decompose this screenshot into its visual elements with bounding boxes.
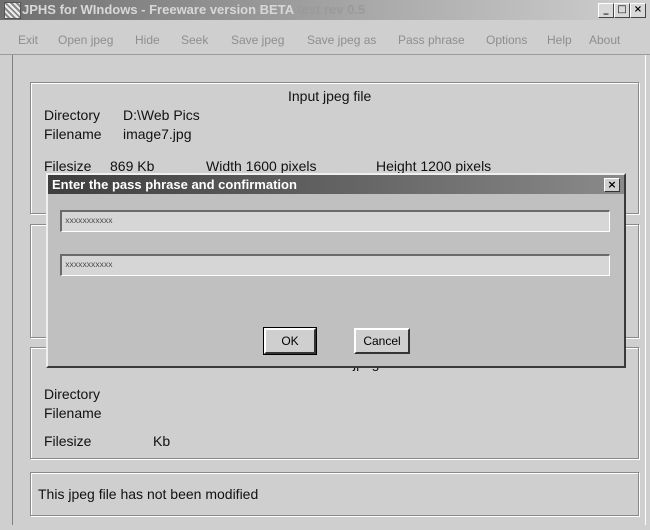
window-title-main: JPHS for WIndows - Freeware version BETA [22,2,298,17]
input-width-value: Width 1600 pixels [206,158,317,174]
menu-open-jpeg[interactable]: Open jpeg [58,33,113,47]
app-icon[interactable] [4,2,21,19]
menu-seek[interactable]: Seek [181,33,208,47]
input-filesize-label: Filesize [44,158,92,174]
menu-help[interactable]: Help [547,33,572,47]
input-directory-value: D:\Web Pics [123,107,200,123]
title-bar[interactable]: JPHS for WIndows - Freeware version BETA… [0,0,650,20]
menu-options[interactable]: Options [486,33,527,47]
output-directory-label: Directory [44,386,101,402]
menu-exit[interactable]: Exit [18,33,38,47]
menu-bar: Exit Open jpeg Hide Seek Save jpeg Save … [0,31,650,49]
output-filename-label: Filename [44,405,102,421]
menu-save-jpeg[interactable]: Save jpeg [231,33,284,47]
window-title: JPHS for WIndows - Freeware version BETA… [22,2,365,17]
close-button[interactable]: × [630,3,646,18]
pass-phrase-dialog: Enter the pass phrase and confirmation ×… [46,173,626,368]
input-height-value: Height 1200 pixels [376,158,492,174]
input-group-heading: Input jpeg file [288,88,372,104]
status-text: This jpeg file has not been modified [38,486,259,502]
pass-phrase-confirm-input[interactable] [60,254,610,276]
dialog-title-bar[interactable]: Enter the pass phrase and confirmation × [48,175,624,194]
menu-save-jpeg-as[interactable]: Save jpeg as [307,33,376,47]
output-filesize-label: Filesize [44,433,92,449]
input-filename-label: Filename [44,126,102,142]
output-filesize-unit: Kb [153,433,171,449]
ok-button[interactable]: OK [263,327,317,355]
input-filename-value: image7.jpg [123,126,192,142]
input-filesize-value: 869 Kb [110,158,155,174]
cancel-button[interactable]: Cancel [354,328,410,354]
dialog-title: Enter the pass phrase and confirmation [52,177,297,192]
window-title-rest: test rev 0.5 [297,2,366,17]
jphs-main-window: JPHS for WIndows - Freeware version BETA… [0,0,650,530]
pass-phrase-input[interactable] [60,210,610,232]
menu-hide[interactable]: Hide [135,33,160,47]
dialog-close-button[interactable]: × [604,178,620,192]
minimize-button[interactable]: _ [598,3,614,18]
input-directory-label: Directory [44,107,101,123]
maximize-button[interactable]: □ [614,3,630,18]
menu-about[interactable]: About [589,33,620,47]
menu-pass-phrase[interactable]: Pass phrase [398,33,465,47]
status-group: This jpeg file has not been modified [30,472,639,516]
